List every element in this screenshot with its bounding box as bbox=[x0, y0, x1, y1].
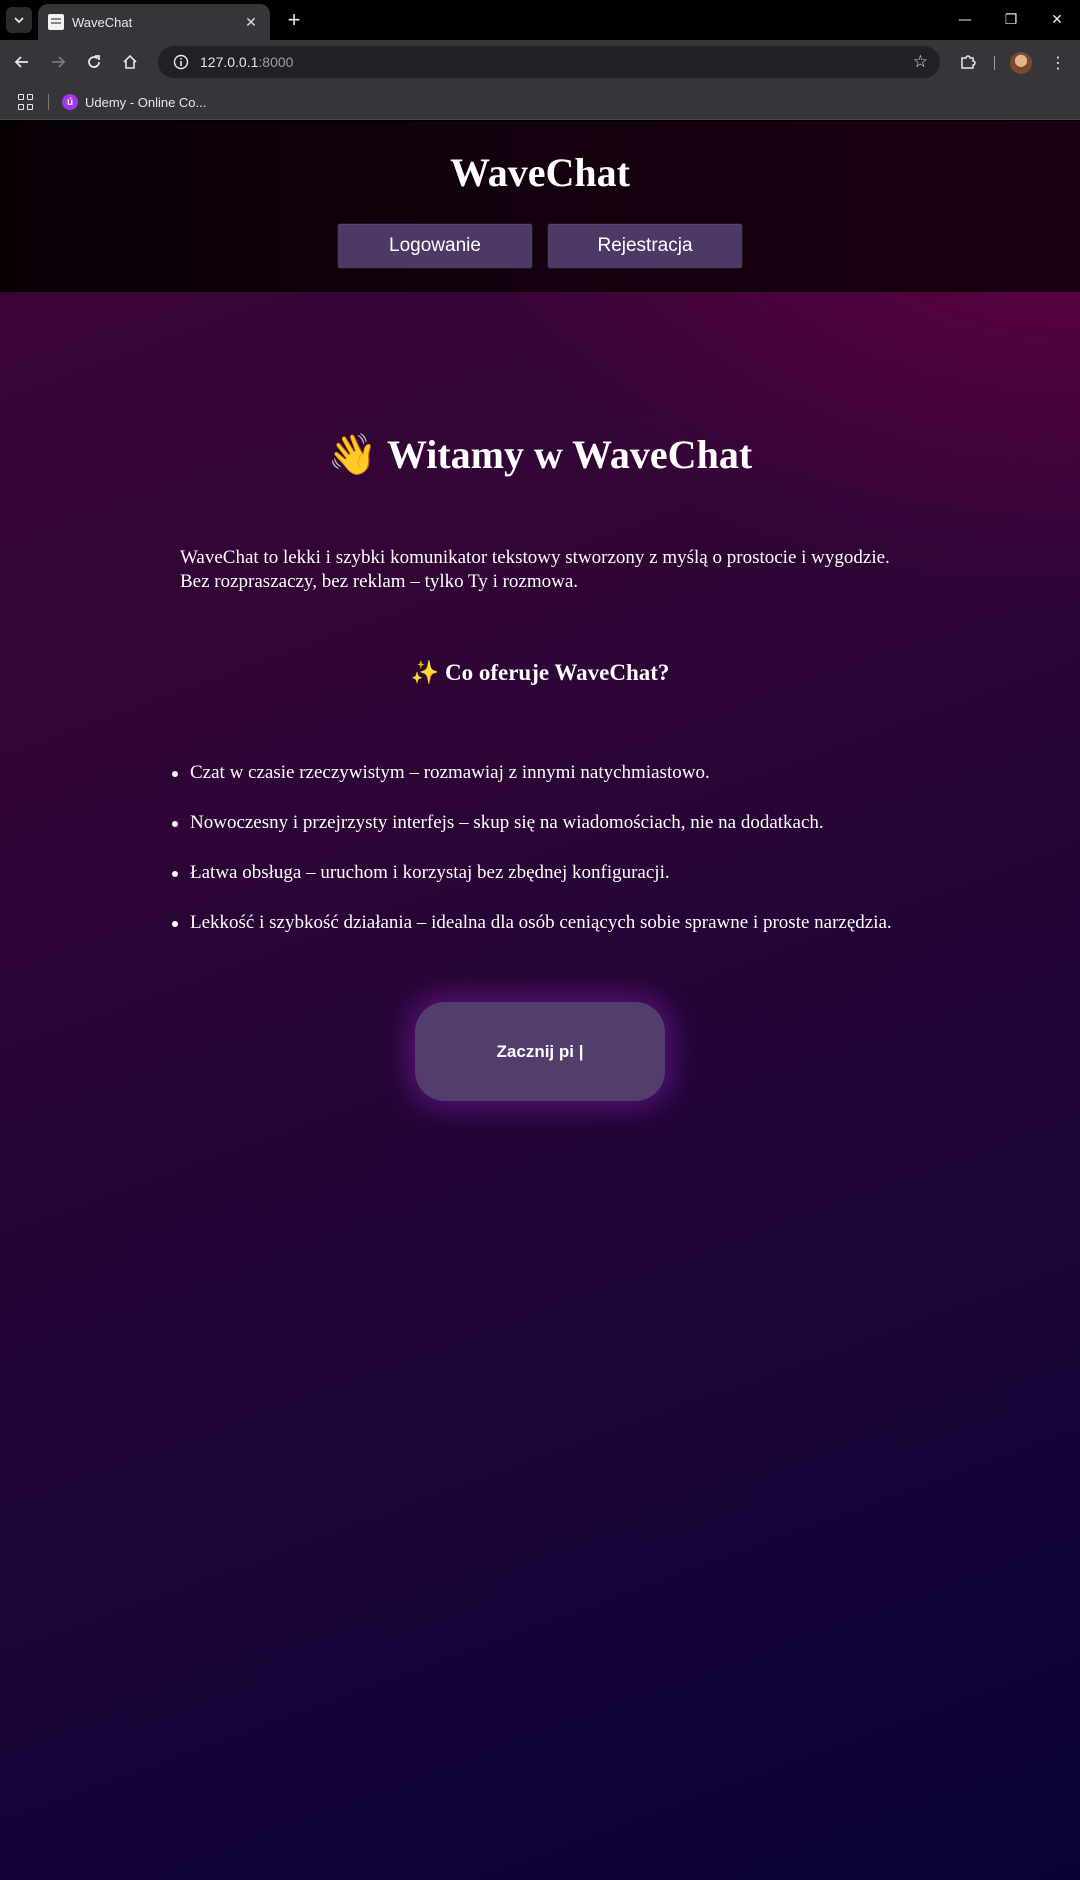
udemy-icon: ú bbox=[62, 94, 78, 110]
list-item: Lekkość i szybkość działania – idealna d… bbox=[172, 911, 990, 961]
page-viewport: WaveChat Logowanie Rejestracja 👋 Witamy … bbox=[0, 121, 1080, 1880]
site-header: WaveChat Logowanie Rejestracja bbox=[0, 121, 1080, 292]
offer-heading-text: Co oferuje WaveChat? bbox=[444, 660, 670, 685]
close-tab-icon[interactable]: ✕ bbox=[242, 14, 260, 31]
address-bar[interactable]: 127.0.0.1:8000 ☆ bbox=[158, 46, 940, 78]
url-host: 127.0.0.1 bbox=[200, 54, 259, 70]
welcome-text: Witamy w WaveChat bbox=[386, 432, 753, 477]
home-icon[interactable] bbox=[116, 48, 144, 76]
apps-grid-icon[interactable] bbox=[18, 94, 34, 110]
puzzle-icon[interactable] bbox=[954, 48, 982, 76]
register-button[interactable]: Rejestracja bbox=[547, 223, 743, 269]
forward-arrow-icon[interactable] bbox=[44, 48, 72, 76]
start-button[interactable]: Zacznij pi | bbox=[415, 1002, 665, 1101]
bookmarks-bar: ú Udemy - Online Co... bbox=[0, 84, 1080, 120]
site-info-icon[interactable] bbox=[170, 51, 192, 73]
window-close-icon[interactable]: ✕ bbox=[1042, 8, 1072, 32]
list-item: Czat w czasie rzeczywistym – rozmawiaj z… bbox=[172, 761, 990, 811]
offer-heading: ✨ Co oferuje WaveChat? bbox=[0, 659, 1080, 686]
welcome-heading: 👋 Witamy w WaveChat bbox=[0, 431, 1080, 478]
sparkles-icon: ✨ bbox=[410, 660, 440, 686]
waving-hand-icon: 👋 bbox=[327, 432, 378, 478]
feature-list: Czat w czasie rzeczywistym – rozmawiaj z… bbox=[172, 761, 990, 961]
browser-tab[interactable]: WaveChat ✕ bbox=[38, 4, 270, 40]
chevron-down-icon[interactable] bbox=[6, 7, 32, 33]
list-item: Nowoczesny i przejrzysty interfejs – sku… bbox=[172, 811, 990, 861]
bookmarks-divider bbox=[48, 94, 49, 110]
kebab-menu-icon[interactable]: ⋮ bbox=[1044, 48, 1072, 76]
browser-tab-strip: WaveChat ✕ + — ❐ ✕ bbox=[0, 0, 1080, 40]
intro-paragraph: WaveChat to lekki i szybki komunikator t… bbox=[180, 547, 890, 592]
restore-icon[interactable]: ❐ bbox=[996, 8, 1026, 32]
back-arrow-icon[interactable] bbox=[8, 48, 36, 76]
toolbar-divider bbox=[994, 56, 995, 70]
new-tab-icon[interactable]: + bbox=[282, 7, 306, 32]
login-button[interactable]: Logowanie bbox=[337, 223, 533, 269]
reload-icon[interactable] bbox=[80, 48, 108, 76]
bookmark-udemy[interactable]: ú Udemy - Online Co... bbox=[62, 92, 206, 112]
star-icon[interactable]: ☆ bbox=[913, 52, 928, 72]
page-favicon-icon bbox=[48, 14, 64, 30]
profile-avatar[interactable] bbox=[1010, 52, 1032, 74]
list-item: Łatwa obsługa – uruchom i korzystaj bez … bbox=[172, 861, 990, 911]
minimize-icon[interactable]: — bbox=[950, 8, 980, 32]
tab-title: WaveChat bbox=[72, 14, 133, 30]
url-port: :8000 bbox=[258, 54, 294, 70]
site-title: WaveChat bbox=[450, 150, 630, 195]
bookmark-label: Udemy - Online Co... bbox=[85, 94, 207, 110]
browser-toolbar: 127.0.0.1:8000 ☆ ⋮ bbox=[0, 40, 1080, 84]
